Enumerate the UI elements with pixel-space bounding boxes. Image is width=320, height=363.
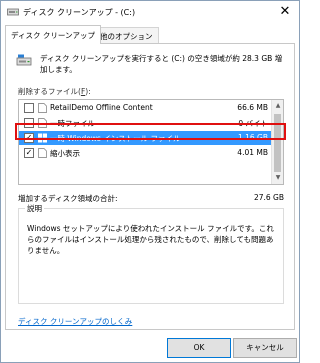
list-item[interactable]: ✓ 縮小表示 4.01 MB xyxy=(19,146,272,160)
tab-disk-cleanup[interactable]: ディスク クリーンアップ xyxy=(5,25,101,44)
file-icon xyxy=(38,103,47,113)
file-name: 縮小表示 xyxy=(50,149,80,158)
checkbox[interactable] xyxy=(24,103,34,113)
list-item[interactable]: RetailDemo Offline Content 66.6 MB xyxy=(19,101,272,115)
files-list[interactable]: RetailDemo Offline Content 66.6 MB 一時ファイ… xyxy=(18,99,284,185)
vertical-scrollbar[interactable]: ▲ ▼ xyxy=(271,100,283,184)
checkbox[interactable] xyxy=(24,118,34,128)
file-size: 66.6 MB xyxy=(237,103,268,112)
file-name: 一時 Windows インストール ファイル xyxy=(50,134,181,143)
scroll-up-icon[interactable]: ▲ xyxy=(272,100,284,112)
checkbox-checked[interactable]: ✓ xyxy=(24,148,34,158)
window-title: ディスク クリーンアップ - (C:) xyxy=(23,8,136,17)
file-name: 一時ファイル xyxy=(50,119,95,128)
how-cleanup-works-link[interactable]: ディスク クリーンアップのしくみ xyxy=(18,316,132,327)
windows-icon xyxy=(38,133,47,143)
drive-icon xyxy=(16,54,32,66)
file-icon xyxy=(38,118,47,128)
file-size: 4.01 MB xyxy=(237,148,268,157)
checkbox-checked[interactable]: ✓ xyxy=(24,133,34,143)
file-size: 0 バイト xyxy=(238,119,268,128)
tab-strip: ディスク クリーンアップ その他のオプション xyxy=(1,25,299,44)
scroll-thumb[interactable] xyxy=(274,114,281,172)
file-icon xyxy=(38,148,47,158)
close-icon[interactable]: ✕ xyxy=(277,4,293,20)
description-text: Windows セットアップにより使われたインストール ファイルです。これらのフ… xyxy=(27,224,274,255)
files-to-delete-label: 削除するファイル(F): xyxy=(18,87,91,96)
description-group-title: 説明 xyxy=(25,203,44,214)
file-size: 1.16 GB xyxy=(237,133,268,142)
title-bar[interactable]: ディスク クリーンアップ - (C:) ✕ xyxy=(1,1,299,23)
scroll-down-icon[interactable]: ▼ xyxy=(272,172,284,184)
list-item[interactable]: 一時ファイル 0 バイト xyxy=(19,116,272,130)
ok-button[interactable]: OK xyxy=(167,338,231,358)
disk-cleanup-icon xyxy=(7,8,19,16)
disk-cleanup-window: ディスク クリーンアップ - (C:) ✕ ディスク クリーンアップ その他のオ… xyxy=(0,0,300,363)
file-name: RetailDemo Offline Content xyxy=(50,103,153,112)
description-group: 説明 Windows セットアップにより使われたインストール ファイルです。これ… xyxy=(18,203,284,304)
cancel-button[interactable]: キャンセル xyxy=(233,338,297,358)
list-item-selected[interactable]: ✓ 一時 Windows インストール ファイル 1.16 GB xyxy=(19,131,272,145)
tab-panel: ディスク クリーンアップを実行すると (C:) の空き領域が約 28.3 GB … xyxy=(5,43,295,330)
space-gain-value: 27.6 GB xyxy=(253,193,284,202)
cleanup-description: ディスク クリーンアップを実行すると (C:) の空き領域が約 28.3 GB … xyxy=(40,54,283,74)
